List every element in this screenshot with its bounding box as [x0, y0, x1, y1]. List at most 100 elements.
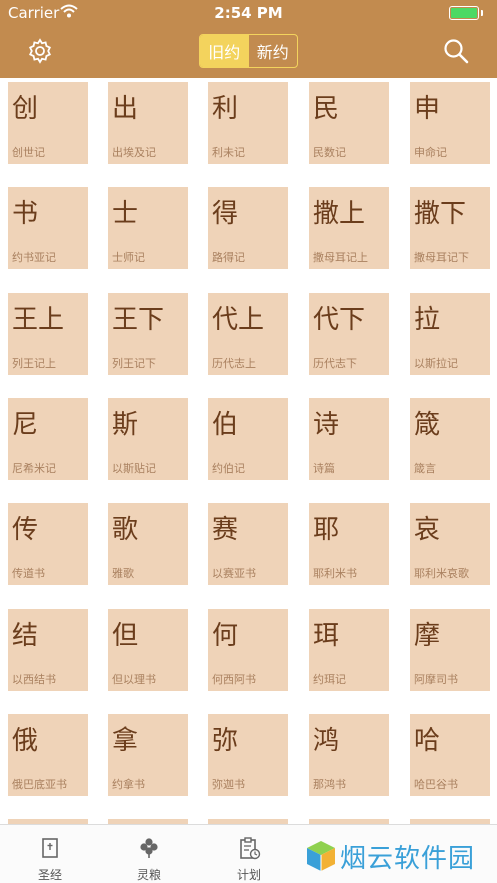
tab-plan[interactable]: 计划 — [199, 825, 299, 883]
book-name: 约书亚记 — [12, 251, 56, 265]
status-time: 2:54 PM — [214, 4, 283, 22]
tab-old-testament[interactable]: 旧约 — [200, 35, 249, 67]
book-tile[interactable]: 鸿那鸿书 — [309, 713, 389, 796]
book-abbreviation: 但 — [112, 620, 139, 651]
book-abbreviation: 得 — [212, 199, 239, 230]
book-abbreviation: 珥 — [313, 620, 340, 651]
battery-tip — [481, 10, 483, 16]
book-tile[interactable]: 出出埃及记 — [108, 82, 188, 164]
book-tile[interactable]: 箴箴言 — [410, 397, 490, 480]
book-name: 何西阿书 — [212, 672, 256, 686]
book-abbreviation: 传 — [12, 515, 39, 546]
book-name: 雅歌 — [112, 567, 134, 581]
book-tile[interactable]: 俄俄巴底亚书 — [8, 713, 88, 796]
book-tile[interactable]: 哈哈巴谷书 — [410, 713, 490, 796]
book-tile[interactable]: 哀耶利米哀歌 — [410, 503, 490, 586]
book-abbreviation: 拿 — [112, 725, 139, 756]
book-tile[interactable]: 何何西阿书 — [208, 608, 288, 691]
book-abbreviation: 俄 — [12, 725, 39, 756]
book-tile[interactable]: 撒下 撒母耳记下 — [410, 187, 490, 270]
book-abbreviation: 代上 — [212, 304, 265, 335]
book-tile[interactable]: 得路得记 — [208, 187, 288, 270]
cube-logo-icon — [307, 841, 335, 871]
book-abbreviation: 赛 — [212, 515, 239, 546]
clipboard-clock-icon — [240, 837, 261, 860]
book-abbreviation: 代下 — [313, 304, 366, 335]
book-abbreviation: 结 — [12, 620, 39, 651]
book-tile[interactable]: 拿约拿书 — [108, 713, 188, 796]
book-tile[interactable]: 摩阿摩司书 — [410, 608, 490, 691]
tab-new-testament[interactable]: 新约 — [249, 35, 298, 67]
book-tile[interactable]: 利利未记 — [208, 82, 288, 164]
search-icon[interactable] — [443, 38, 469, 64]
book-name: 利未记 — [212, 146, 245, 159]
book-tile[interactable]: 但但以理书 — [108, 608, 188, 691]
book-tile[interactable]: 创创世记 — [8, 82, 88, 164]
book-abbreviation: 斯 — [112, 409, 139, 440]
book-name: 以赛亚书 — [212, 567, 256, 581]
book-tile[interactable]: 民民数记 — [309, 82, 389, 164]
book-tile[interactable]: 斯以斯贴记 — [108, 397, 188, 480]
book-abbreviation: 摩 — [414, 620, 441, 651]
book-name: 尼希米记 — [12, 461, 56, 475]
book-tile[interactable]: 代上 历代志上 — [208, 292, 288, 375]
book-tile[interactable]: 结以西结书 — [8, 608, 88, 691]
book-abbreviation: 耶 — [313, 515, 340, 546]
book-abbreviation: 鸿 — [313, 725, 340, 756]
book-name: 列王记上 — [12, 356, 56, 370]
book-name: 以斯贴记 — [112, 461, 156, 475]
book-tile[interactable]: 申申命记 — [410, 82, 490, 164]
book-name: 出埃及记 — [112, 146, 156, 159]
tab-bible[interactable]: 圣经 — [0, 825, 100, 883]
book-abbreviation: 书 — [12, 199, 39, 230]
tab-manna[interactable]: 灵粮 — [99, 825, 199, 883]
book-abbreviation: 撒下 — [414, 199, 467, 230]
battery-level — [451, 8, 477, 18]
book-tile[interactable]: 撒上 撒母耳记上 — [309, 187, 389, 270]
book-abbreviation: 诗 — [313, 409, 340, 440]
book-tile[interactable]: 珥约珥记 — [309, 608, 389, 691]
book-tile[interactable]: 尼尼希米记 — [8, 397, 88, 480]
book-name: 约珥记 — [313, 672, 346, 686]
watermark: 烟云软件园 — [302, 834, 497, 878]
tab-bible-label: 圣经 — [37, 868, 62, 882]
book-name: 申命记 — [414, 146, 447, 159]
book-tile[interactable]: 伯约伯记 — [208, 397, 288, 480]
book-tile[interactable]: 拉以斯拉记 — [410, 292, 490, 375]
book-tile[interactable]: 赛以赛亚书 — [208, 503, 288, 586]
book-name: 约伯记 — [212, 461, 245, 475]
book-tile[interactable]: 传传道书 — [8, 503, 88, 586]
book-name: 创世记 — [12, 146, 45, 159]
book-abbreviation: 出 — [112, 94, 139, 124]
book-name: 撒母耳记下 — [414, 251, 469, 265]
book-name: 列王记下 — [112, 356, 156, 370]
book-name: 以斯拉记 — [414, 356, 458, 370]
book-tile[interactable]: 王上 列王记上 — [8, 292, 88, 375]
book-tile[interactable]: 诗诗篇 — [309, 397, 389, 480]
book-name: 撒母耳记上 — [313, 251, 368, 265]
book-tile[interactable]: 书约书亚记 — [8, 187, 88, 270]
gear-icon[interactable] — [27, 38, 53, 64]
book-tile[interactable]: 代下 历代志下 — [309, 292, 389, 375]
book-tile[interactable]: 弥弥迦书 — [208, 713, 288, 796]
tab-plan-label: 计划 — [236, 868, 261, 882]
book-name: 历代志下 — [313, 356, 357, 370]
book-tile[interactable]: 歌雅歌 — [108, 503, 188, 586]
book-tile[interactable]: 士士师记 — [108, 187, 188, 270]
book-abbreviation: 申 — [414, 94, 441, 124]
book-name: 俄巴底亚书 — [12, 777, 67, 791]
book-name: 士师记 — [112, 251, 145, 265]
nav-bar: 旧约 新约 — [0, 26, 497, 78]
bible-icon — [42, 838, 58, 858]
book-name: 诗篇 — [313, 461, 335, 475]
book-name: 但以理书 — [112, 672, 156, 686]
book-name: 传道书 — [12, 567, 45, 581]
book-name: 约拿书 — [112, 777, 145, 791]
book-name: 箴言 — [414, 461, 436, 475]
status-bar: Carrier 2:54 PM — [0, 0, 497, 26]
book-grid: 创创世记出出埃及记利利未记民民数记申申命记书约书亚记士士师记得路得记 撒上 撒母耳记… — [0, 78, 497, 824]
book-name: 历代志上 — [212, 356, 256, 370]
book-tile[interactable]: 王下 列王记下 — [108, 292, 188, 375]
book-tile[interactable]: 耶耶利米书 — [309, 503, 389, 586]
book-abbreviation: 民 — [313, 94, 340, 124]
